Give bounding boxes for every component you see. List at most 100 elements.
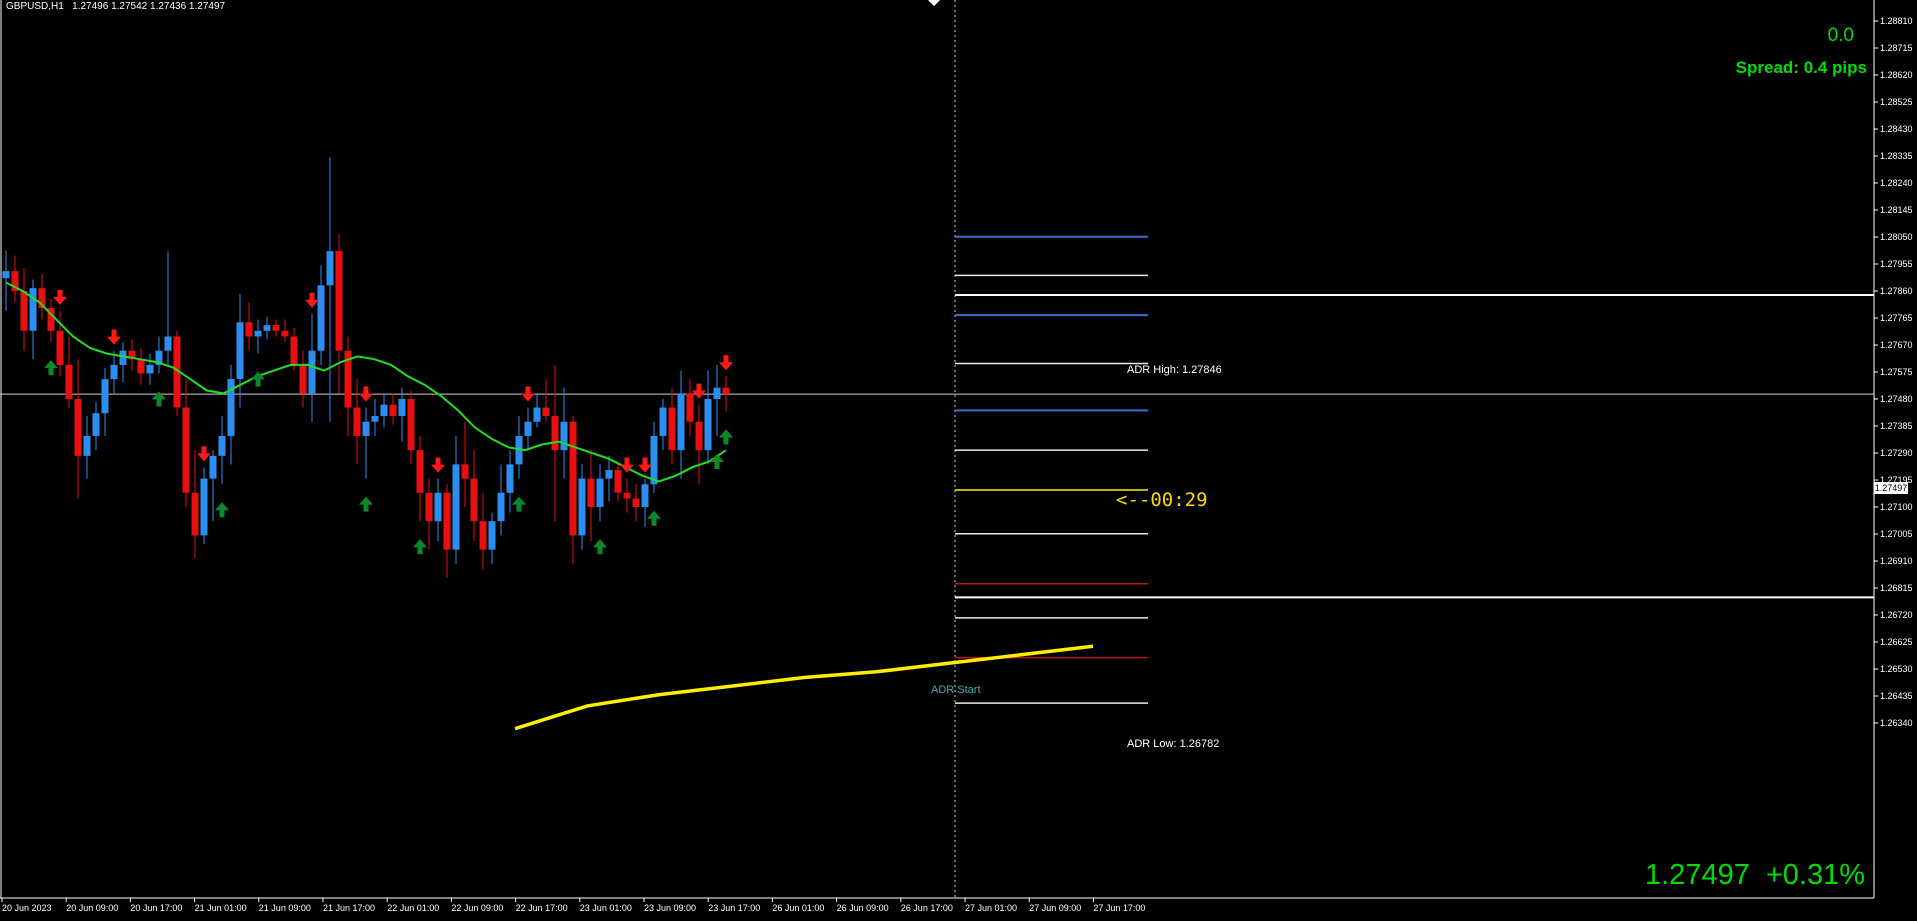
candle — [659, 399, 667, 451]
candle — [605, 455, 613, 502]
candle-body — [722, 387, 730, 395]
price-tick-label: 1.28620 — [1880, 70, 1913, 80]
price-change-readout: 1.27497 +0.31% — [1645, 859, 1865, 892]
candle-body — [92, 413, 100, 436]
buy-arrow-icon — [215, 502, 229, 518]
candle-body — [353, 407, 361, 436]
sell-arrow-icon — [197, 446, 211, 462]
candle — [407, 390, 415, 465]
price-tick-label: 1.27100 — [1880, 502, 1913, 512]
candle — [83, 416, 91, 479]
candle — [92, 401, 100, 451]
long-trend-path — [514, 644, 1094, 731]
price-tick-label: 1.28715 — [1880, 43, 1913, 53]
spread-label: Spread: 0.4 pips — [1735, 58, 1867, 77]
candle-body — [380, 404, 388, 417]
candle — [20, 268, 28, 351]
buy-arrow-icon — [359, 496, 373, 512]
candle-body — [245, 322, 253, 337]
candle-body — [416, 450, 424, 493]
sell-arrow-shape — [521, 386, 535, 402]
adr-start-label: ADR Start — [931, 684, 981, 696]
candle — [11, 255, 19, 303]
buy-arrow-icon — [512, 496, 526, 512]
candle — [542, 379, 550, 422]
candle — [479, 492, 487, 570]
candle-body — [623, 492, 631, 499]
sell-arrow-shape — [197, 446, 211, 462]
candle — [578, 464, 586, 550]
time-tick-label: 21 Jun 17:00 — [323, 903, 376, 913]
time-tick-label: 20 Jun 17:00 — [130, 903, 183, 913]
buy-arrow-icon — [719, 429, 733, 445]
time-tick-label: 22 Jun 17:00 — [515, 903, 568, 913]
candle — [299, 350, 307, 408]
candle-body — [191, 492, 199, 536]
candle — [623, 478, 631, 513]
long-trend-line — [514, 644, 1094, 731]
time-tick-label: 27 Jun 01:00 — [965, 903, 1018, 913]
candle — [533, 393, 541, 428]
price-tick-label: 1.27480 — [1880, 394, 1913, 404]
candle — [560, 387, 568, 479]
time-tick-label: 21 Jun 01:00 — [194, 903, 247, 913]
candle-body — [101, 379, 109, 414]
candlesticks — [2, 157, 730, 579]
candle — [200, 467, 208, 544]
candle-body — [137, 359, 145, 374]
candle — [704, 370, 712, 465]
candle — [686, 379, 694, 436]
sell-arrow-icon — [638, 457, 652, 473]
price-tick-label: 1.27765 — [1880, 313, 1913, 323]
candle-body — [65, 364, 73, 399]
candle — [452, 435, 460, 564]
candle-body — [290, 336, 298, 365]
candle-body — [362, 421, 370, 436]
candle-body — [560, 421, 568, 451]
candle-body — [146, 364, 154, 374]
ohlc-label: 1.27496 1.27542 1.27436 1.27497 — [72, 1, 226, 12]
candle — [380, 393, 388, 428]
price-tick-label: 1.26340 — [1880, 718, 1913, 728]
time-tick-label: 27 Jun 09:00 — [1029, 903, 1082, 913]
candle-body — [605, 470, 613, 479]
candle-body — [200, 478, 208, 536]
price-tick-label: 1.28430 — [1880, 124, 1913, 134]
candle — [29, 279, 37, 360]
candle — [353, 379, 361, 465]
price-tick-label: 1.27860 — [1880, 286, 1913, 296]
candle-body — [668, 407, 676, 451]
sell-arrow-icon — [692, 383, 706, 399]
time-tick-label: 27 Jun 17:00 — [1093, 903, 1146, 913]
price-tick-label: 1.27670 — [1880, 340, 1913, 350]
buy-arrow-shape — [593, 539, 607, 555]
time-tick-label: 21 Jun 09:00 — [258, 903, 311, 913]
candle-body — [83, 435, 91, 456]
price-tick-label: 1.26625 — [1880, 637, 1913, 647]
buy-arrow-icon — [44, 360, 58, 376]
candle-body — [371, 416, 379, 422]
price-chart[interactable] — [0, 0, 1917, 921]
buy-arrow-icon — [413, 539, 427, 555]
candle-body — [281, 330, 289, 337]
candle — [434, 478, 442, 542]
price-tick-label: 1.27385 — [1880, 421, 1913, 431]
candle-body — [713, 387, 721, 399]
candle — [371, 399, 379, 436]
candle — [146, 353, 154, 385]
indicator-value: 0.0 — [1827, 25, 1854, 46]
time-tick-label: 26 Jun 01:00 — [772, 903, 825, 913]
candle-body — [335, 251, 343, 351]
buy-arrow-shape — [719, 429, 733, 445]
adr-low-label: ADR Low: 1.26782 — [1127, 738, 1220, 750]
bar-countdown: <--00:29 — [1116, 489, 1208, 511]
candle — [218, 416, 226, 485]
candle-body — [236, 322, 244, 380]
candle-body — [542, 407, 550, 417]
candle — [389, 393, 397, 425]
symbol-label: GBPUSD,H1 — [6, 1, 64, 12]
candle — [632, 484, 640, 522]
candle — [344, 336, 352, 436]
candle — [128, 339, 136, 371]
candle — [47, 299, 55, 343]
